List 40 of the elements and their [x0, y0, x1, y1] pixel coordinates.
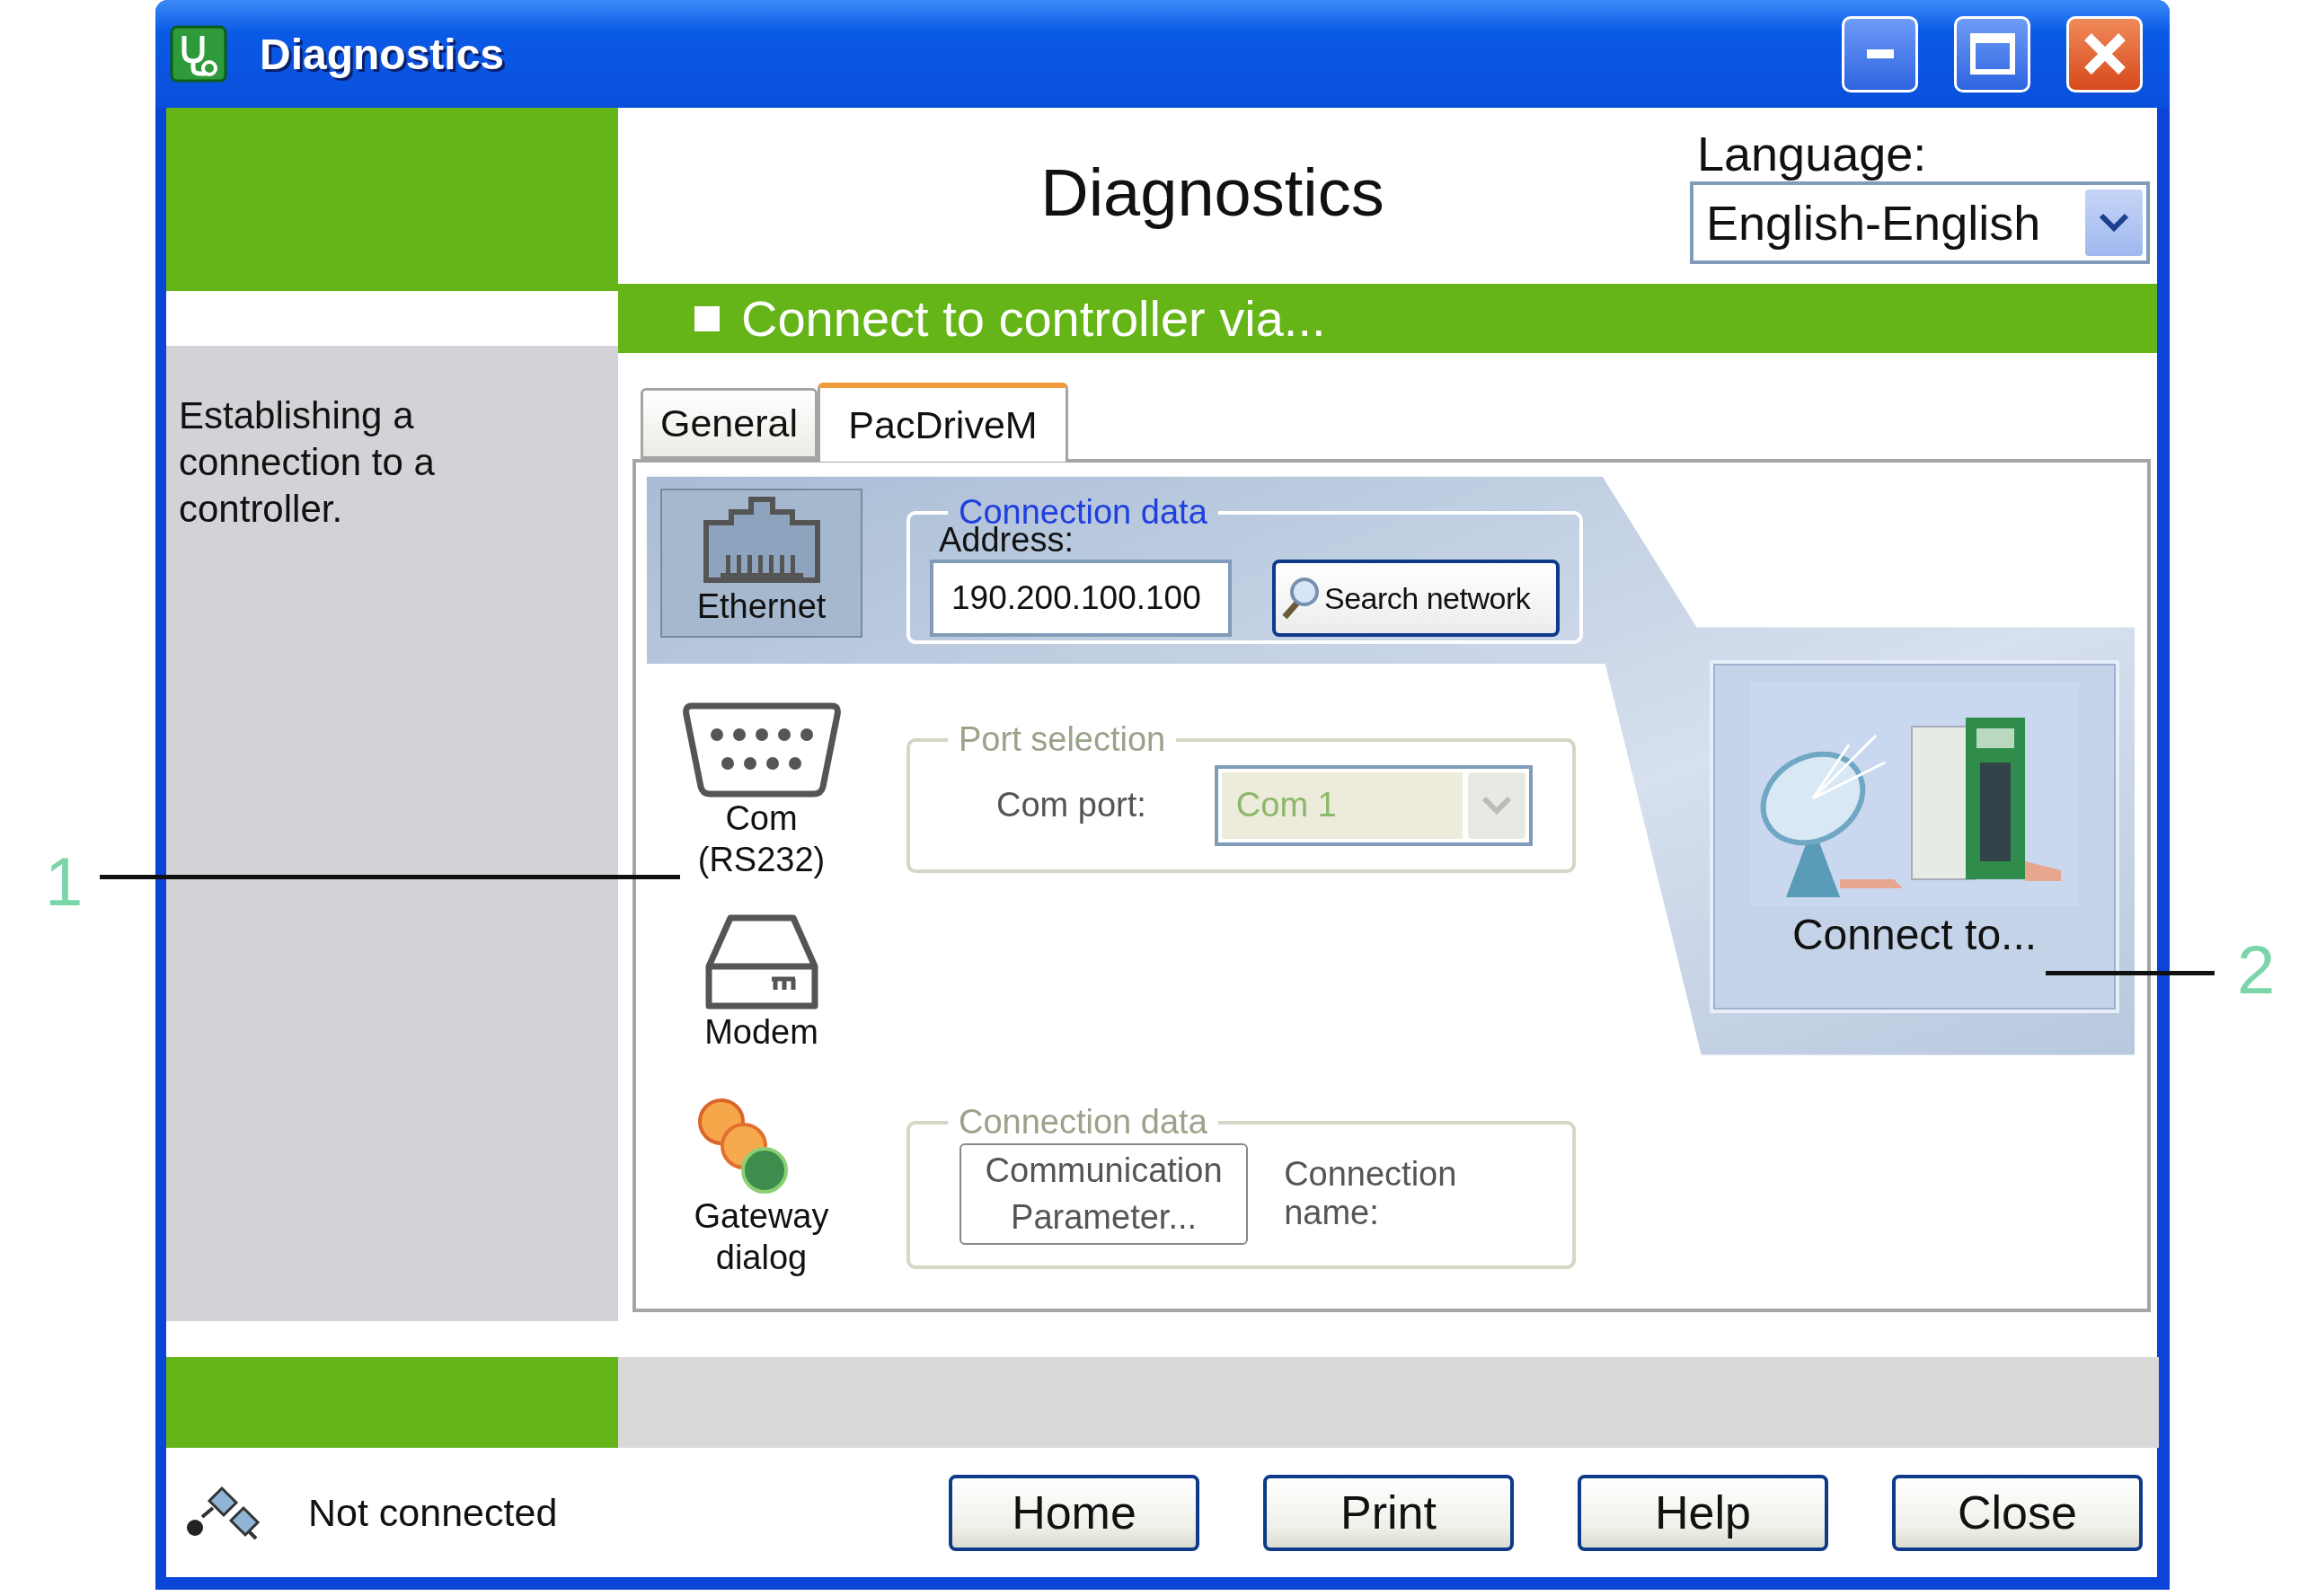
- connection-type-item[interactable]: Ethernet: [660, 489, 862, 638]
- maximize-button[interactable]: [1954, 15, 2030, 93]
- chevron-down-icon: [2098, 212, 2130, 234]
- tab[interactable]: General: [641, 388, 818, 459]
- connect-button[interactable]: Connect to...: [1710, 660, 2119, 1013]
- footer-button[interactable]: Close: [1892, 1474, 2143, 1551]
- callout-number: 1: [45, 848, 84, 916]
- connection-type-item[interactable]: Com (RS232): [660, 692, 862, 891]
- connection-type-item[interactable]: Modem: [660, 905, 862, 1063]
- com-port-label: Com port:: [996, 786, 1146, 824]
- footer-button[interactable]: Help: [1578, 1474, 1828, 1551]
- connection-type-label: Com (RS232): [696, 798, 827, 880]
- search-network-button[interactable]: Search network: [1272, 560, 1560, 637]
- connection-type-label: Modem: [703, 1012, 819, 1053]
- footer-button[interactable]: Home: [949, 1474, 1199, 1551]
- connection-name-label: Connection name:: [1284, 1155, 1458, 1232]
- address-field[interactable]: 190.200.100.100: [930, 560, 1232, 637]
- group-legend: Port selection: [948, 720, 1177, 759]
- language-label: Language:: [1697, 126, 1928, 181]
- chevron-down-icon: [1480, 794, 1513, 816]
- page-title: Diagnostics: [1039, 154, 1385, 232]
- connection-type-label: Ethernet: [695, 586, 827, 627]
- callout-number: 2: [2237, 936, 2276, 1004]
- connection-status: Not connected: [308, 1490, 558, 1535]
- connection-type-label: Gateway dialog: [693, 1196, 830, 1278]
- sidebar-description: Establishing a connection to a controller.: [179, 393, 436, 532]
- close-icon: [2082, 31, 2127, 76]
- minimize-icon: [1866, 49, 1894, 58]
- group-legend: Connection data: [948, 1103, 1218, 1142]
- close-button[interactable]: [2066, 15, 2143, 93]
- language-dropdown[interactable]: English-English: [1690, 181, 2150, 264]
- window-title: Diagnostics: [260, 29, 506, 79]
- minimize-button[interactable]: [1842, 15, 1918, 93]
- tab[interactable]: PacDriveM: [818, 383, 1068, 462]
- section-heading: Connect to controller via...: [741, 289, 1326, 348]
- app-icon: [170, 25, 227, 83]
- bullet-icon: [694, 305, 720, 331]
- connection-type-item[interactable]: Gateway dialog: [660, 1089, 862, 1289]
- maximize-icon: [1969, 33, 2015, 75]
- footer-button[interactable]: Print: [1263, 1474, 1514, 1551]
